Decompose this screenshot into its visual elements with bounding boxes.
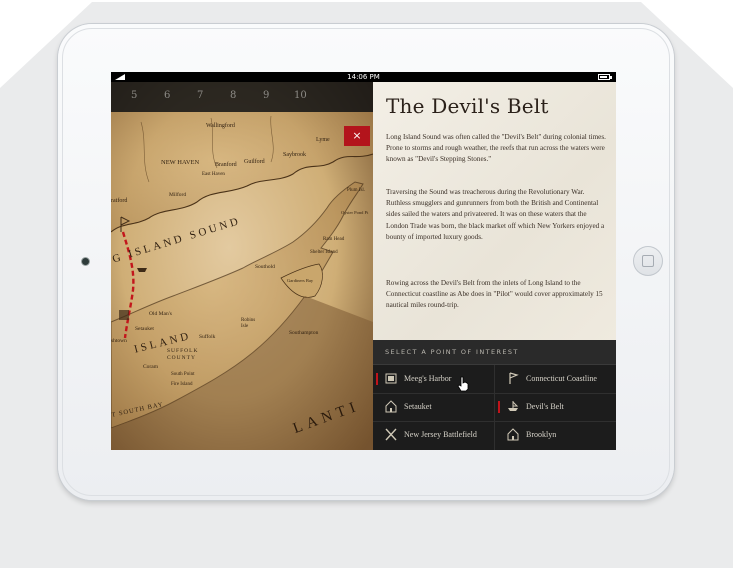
map-label: East Haven [202,172,225,177]
map-label: Oyster Pond Pt [341,210,369,215]
map-label: shtown [111,338,127,344]
map-label: T SOUTH BAY [111,401,165,419]
camera-icon [82,258,89,265]
map-label: NEW HAVEN [161,159,200,166]
map-label: Old Man's [149,311,172,317]
house-icon [507,428,519,441]
status-time: 14:06 PM [347,73,380,81]
map-label: Shelter Island [310,250,338,255]
poi-item-connecticut-coastline[interactable]: Connecticut Coastline [495,365,616,393]
harbor-icon [385,373,397,384]
home-button[interactable] [633,246,663,276]
map-label: Guilford [244,159,265,165]
map-label: Setauket [135,326,154,332]
map-label: Plum Isl. [347,188,366,193]
hand-cursor-icon [457,376,469,392]
info-panel: The Devil's Belt Long Island Sound was o… [373,82,616,450]
map-view[interactable]: 5 6 7 8 9 10 Wallingford NEW HAVEN Branf… [111,82,373,450]
map-label: Ram Head [323,237,345,242]
flag-icon [509,372,519,384]
active-marker [498,401,500,413]
map-label: SUFFOLK COUNTY [167,348,199,361]
poi-item-setauket[interactable]: Setauket [373,393,494,421]
poi-label: Connecticut Coastline [526,374,597,383]
article-paragraph: Traversing the Sound was treacherous dur… [386,188,605,241]
poi-label: Meeg's Harbor [404,374,452,383]
screen: 14:06 PM 5 6 7 8 9 10 Wallingford NEW HA… [111,72,616,450]
map-label: Suffolk [199,334,216,340]
map-label: Saybrook [283,152,306,158]
close-button[interactable]: × [344,126,370,146]
poi-item-devils-belt[interactable]: Devil's Belt [495,393,616,421]
map-label: Fire Island [171,382,193,387]
map-label: ratford [111,198,128,204]
map-label: Wallingford [206,123,235,129]
map-label: G ISLAND SOUND [111,214,243,266]
points-of-interest: SELECT A POINT OF INTEREST Meeg's Harbor… [373,340,616,450]
poi-header-label: SELECT A POINT OF INTEREST [385,348,519,356]
map-label: LANTI [291,398,363,438]
map-label: Branford [215,162,237,168]
poi-label: New Jersey Battlefield [404,430,477,439]
map-label: Southampton [289,330,319,336]
map-label: Coram [143,364,158,370]
crossed-swords-icon [385,428,397,441]
poi-item-brooklyn[interactable]: Brooklyn [495,421,616,449]
poi-item-meegs-harbor[interactable]: Meeg's Harbor [373,365,494,393]
status-bar: 14:06 PM [111,72,616,82]
article: The Devil's Belt Long Island Sound was o… [373,82,616,340]
map-label: Gardiners Bay [287,278,314,283]
poi-item-new-jersey-battlefield[interactable]: New Jersey Battlefield [373,421,494,449]
map-label: Southold [255,264,275,270]
poi-label: Devil's Belt [526,402,564,411]
active-marker [376,373,378,385]
article-title: The Devil's Belt [386,94,549,118]
map-label: Robins Isle [241,318,256,329]
map-label: South Point [171,372,195,377]
article-paragraph: Long Island Sound was often called the "… [386,133,606,164]
poi-label: Setauket [404,402,432,411]
battery-icon [598,74,612,80]
house-icon [385,400,397,413]
map-labels: Wallingford NEW HAVEN Branford Guilford … [111,82,373,450]
article-paragraph: Rowing across the Devil's Belt from the … [386,279,603,310]
map-label: Lyme [316,137,330,143]
poi-header: SELECT A POINT OF INTEREST [373,340,616,365]
map-label: Milford [169,192,187,198]
boat-icon [508,401,519,411]
poi-label: Brooklyn [526,430,557,439]
